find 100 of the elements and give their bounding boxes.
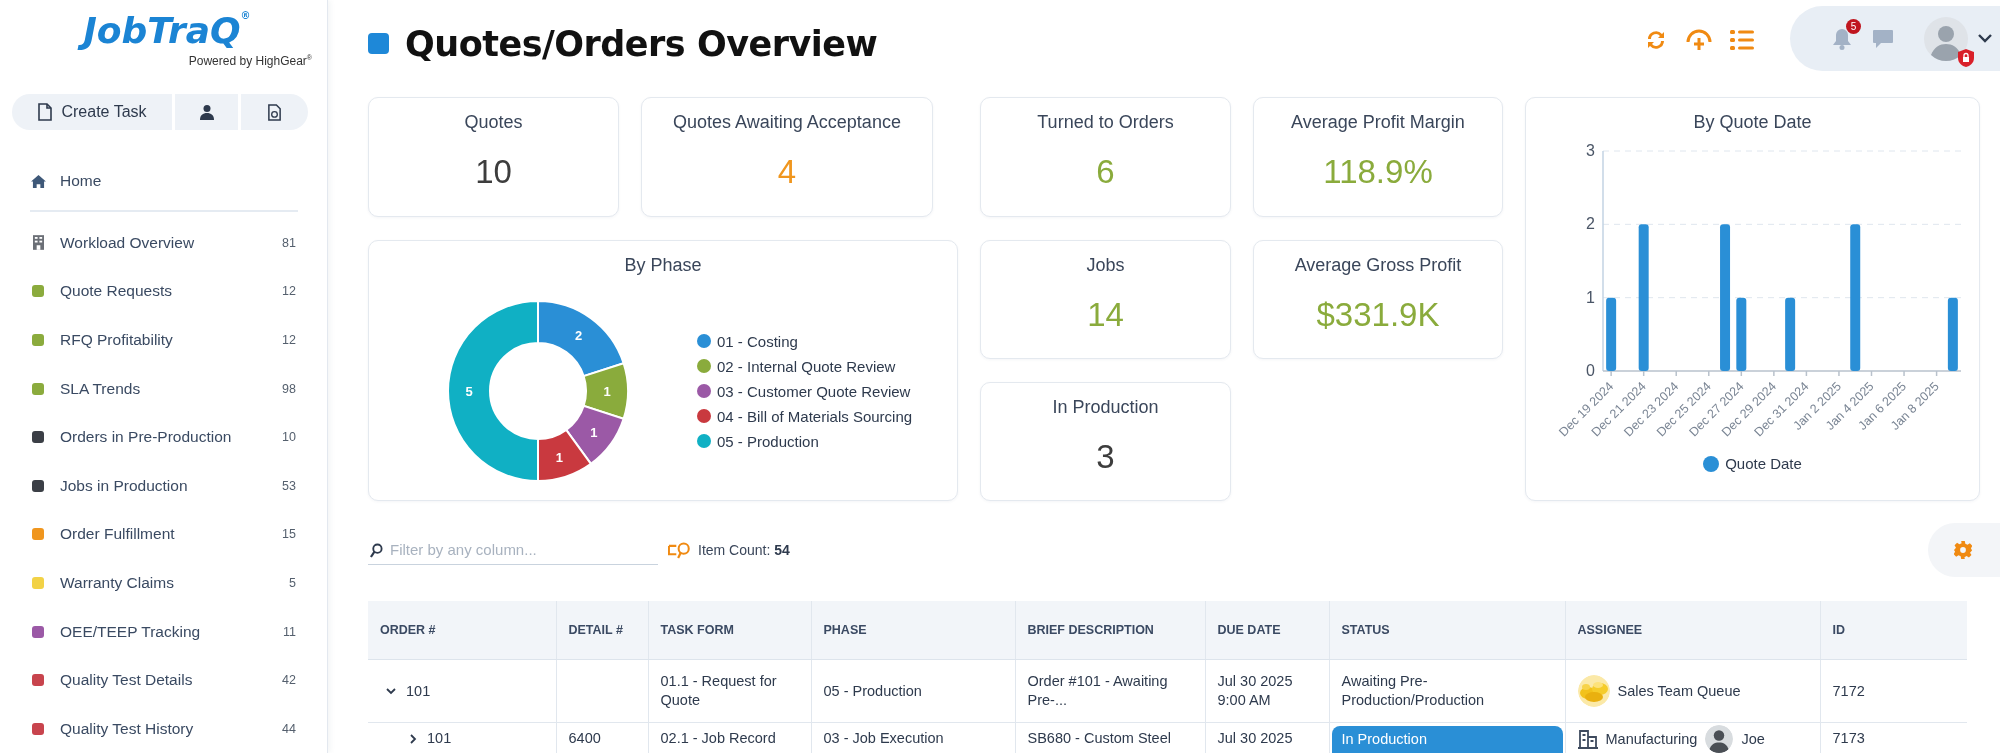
user-button[interactable] [175,94,238,131]
table-cell: 6400 [568,730,601,746]
user-avatar[interactable] [1924,16,1968,61]
item-count: 98 [282,381,296,396]
assignee-name: Sales Team Queue [1617,681,1741,701]
legend-dot [697,334,711,349]
stat-label: Quotes Awaiting Acceptance [673,112,901,134]
document-sync-button[interactable] [241,94,308,131]
nav-link[interactable]: RFQ Profitability [60,330,283,349]
column-header[interactable]: TASK FORM [648,601,811,660]
axis-tick-label: 3 [1586,142,1595,160]
title-square-icon [368,33,389,55]
table-cell: 01.1 - Request for Quote [660,673,777,708]
bell-icon[interactable] [1832,27,1852,50]
item-count: 12 [282,284,296,299]
column-header[interactable]: STATUS [1329,601,1565,660]
stat-label: Quotes [464,112,523,134]
data-label: 2 [574,328,583,344]
axis-tick-label: 2 [1586,215,1595,233]
expand-chevron-icon[interactable] [410,733,417,744]
stat-value: 3 [1096,438,1115,477]
stat-label: Jobs [1086,255,1125,277]
document-icon [37,103,54,122]
column-header[interactable]: ID [1820,601,1967,660]
table-cell: 02.1 - Job Record [660,730,776,746]
column-header[interactable]: ORDER # [368,601,556,660]
table-cell: Awaiting Pre-Production/Production [1341,673,1485,708]
nav-link[interactable]: Warranty Claims [60,573,290,592]
legend-dot [697,384,711,399]
legend-label: 04 - Bill of Materials Sourcing [717,407,913,425]
chevron-down-icon[interactable] [1978,34,1992,43]
item-count: 15 [282,527,296,542]
table-cell: 03 - Job Execution [823,730,944,746]
stat-value: 118.9% [1323,153,1433,192]
table-cell: 05 - Production [823,682,922,699]
home-icon [30,174,46,188]
table-cell: 7172 [1832,682,1865,699]
logo: JobTraQ$^{®}$ [79,8,257,54]
notification-badge: 5 [1846,18,1861,34]
nav-link[interactable]: SLA Trends [60,379,283,398]
nav-link[interactable]: Jobs in Production [60,476,283,495]
item-count: 10 [282,430,296,445]
legend-label: 01 - Costing [717,332,798,350]
table-cell: 101 [427,729,452,748]
table-cell: Jul 30 2025 9:00 AM [1217,673,1293,708]
shield-lock-icon [1958,48,1974,67]
stat-label: Average Profit Margin [1291,112,1465,134]
column-header[interactable]: BRIEF DESCRIPTION [1015,601,1205,660]
filter-field[interactable]: Filter by any column... [368,535,658,566]
column-header[interactable]: DETAIL # [556,601,648,660]
logo-tagline: Powered by HighGear$^{®}$ [188,54,312,68]
table-cell: Order #101 - Awaiting Pre-... [1027,673,1168,708]
settings-icon [1954,541,1972,560]
legend-dot [697,434,711,449]
column-header[interactable]: PHASE [811,601,1015,660]
data-label: 1 [603,384,611,400]
legend-label: Quote Date [1725,455,1802,473]
donut-slice [565,405,625,466]
stat-value: 4 [777,153,797,192]
page-title: Quotes/Orders Overview [405,23,878,64]
item-count: 42 [282,673,296,688]
data-label: 5 [465,384,473,400]
status-badge: In Production [1331,726,1563,753]
nav-link[interactable]: Home [60,172,296,191]
legend-label: 05 - Production [717,432,819,450]
table-cell: 7173 [1832,730,1865,746]
legend-dot [697,359,711,374]
building-icon [1577,729,1598,749]
stat-value: $331.9K [1316,296,1440,335]
nav-link[interactable]: OEE/TEEP Tracking [60,622,283,641]
item-count: 5 [289,575,296,590]
nav-link[interactable]: Quote Requests [60,282,283,301]
tag-icon [668,541,692,559]
stat-label: In Production [1052,397,1159,419]
chart-title: By Quote Date [1692,112,1813,134]
nav-link[interactable]: Orders in Pre-Production [60,428,283,447]
nav-link[interactable]: Quality Test History [60,719,283,738]
column-header[interactable]: ASSIGNEE [1565,601,1820,660]
nav-link[interactable]: Order Fulfillment [60,525,283,544]
stat-value: 10 [475,153,512,192]
column-header[interactable]: DUE DATE [1205,601,1329,660]
item-count: 12 [282,332,296,347]
collapse-chevron-icon[interactable] [386,687,396,695]
item-count: 81 [282,235,296,250]
axis-tick-label: 1 [1586,289,1595,307]
nav-link[interactable]: Quality Test Details [60,671,283,690]
data-label: 1 [590,424,598,440]
legend-dot [697,409,711,424]
search-icon [370,543,383,559]
axis-tick-label: 0 [1586,362,1595,380]
chart-title: By Phase [623,255,703,277]
table-cell: Jul 30 2025 [1217,730,1293,746]
assignee-name: Joe [1741,729,1765,749]
item-count: 53 [282,478,296,493]
person-icon [198,104,215,121]
person-avatar [1705,725,1734,753]
create-task-button[interactable]: Create Task [12,94,172,131]
nav-link[interactable]: Workload Overview [60,233,283,252]
item-count: 44 [282,721,296,736]
stat-label: Average Gross Profit [1294,255,1462,277]
